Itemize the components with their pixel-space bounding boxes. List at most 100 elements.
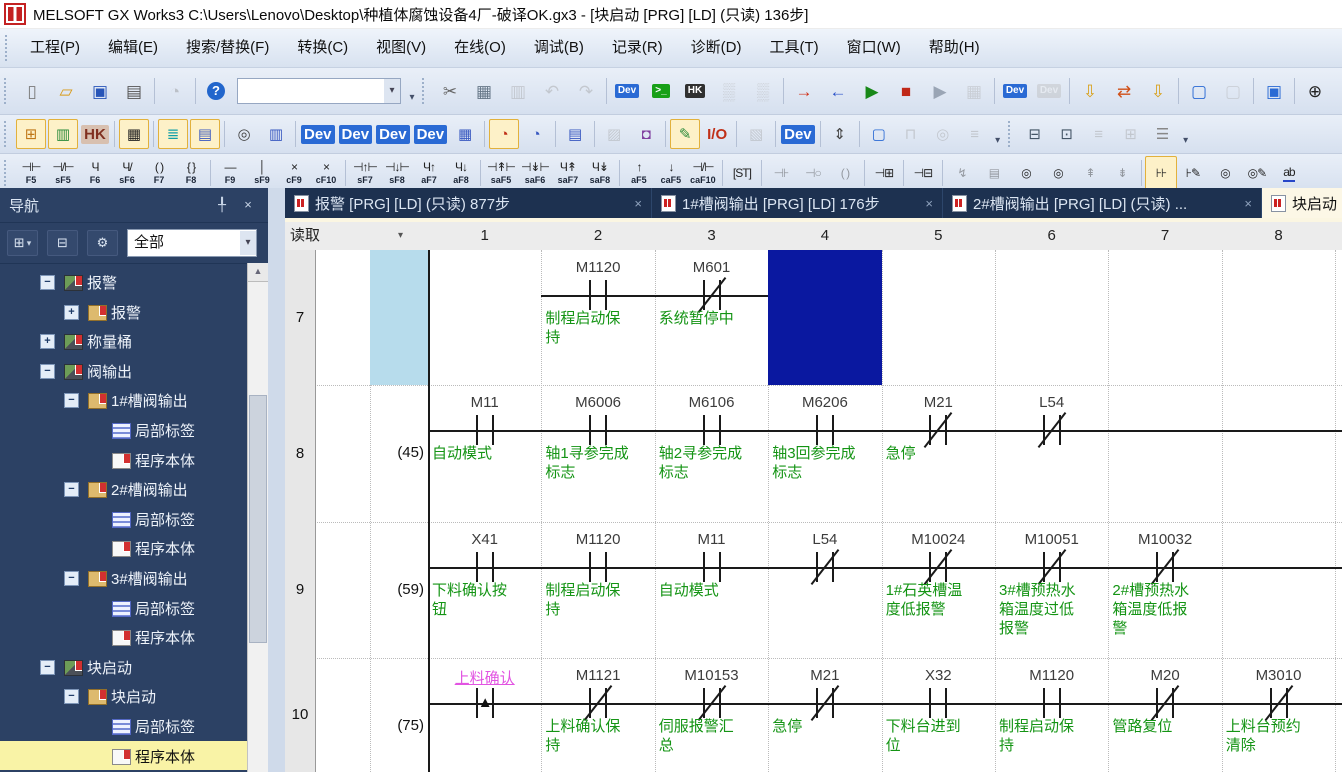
rung-number[interactable]: 10 xyxy=(285,658,316,772)
ladder-element[interactable] xyxy=(768,413,881,447)
copy-button[interactable]: ▦ xyxy=(468,75,500,107)
tree-item-8[interactable]: 局部标签 xyxy=(0,504,248,533)
help-button[interactable]: ? xyxy=(200,75,232,107)
tree-expander[interactable]: − xyxy=(64,393,79,408)
tree-item-14[interactable]: −块启动 xyxy=(0,681,248,710)
vertical-line-button[interactable]: │sF9 xyxy=(246,156,278,191)
cross-reference-button[interactable]: ◎ xyxy=(229,119,259,149)
invert-result-button[interactable]: ⊣/⊢caF10 xyxy=(687,156,719,191)
toolbar1-overflow-button[interactable]: ▾ xyxy=(405,77,419,106)
tree-item-13[interactable]: −块启动 xyxy=(0,652,248,681)
new-project-button[interactable]: ▯ xyxy=(16,75,48,107)
ladder-element[interactable] xyxy=(541,413,654,447)
hk-monitor-button[interactable]: HK xyxy=(679,75,711,107)
ladder-element[interactable] xyxy=(882,686,995,720)
delete-horizontal-line-button[interactable]: ×cF9 xyxy=(278,156,310,191)
device-network-button[interactable]: Dev xyxy=(413,119,449,149)
scrollbar-thumb[interactable] xyxy=(249,395,267,643)
menu-grip[interactable] xyxy=(5,35,11,61)
device-search-button[interactable]: ◎ xyxy=(1209,156,1241,191)
tree-item-selected[interactable]: 程序本体 xyxy=(0,741,248,770)
cut-button[interactable]: ✂ xyxy=(434,75,466,107)
ladder-element[interactable] xyxy=(428,550,541,584)
close-contact-button[interactable]: ⊣/⊢sF5 xyxy=(47,156,79,191)
settings-button[interactable]: ⚙ xyxy=(87,230,118,256)
global-label-button[interactable]: ≣ xyxy=(158,119,188,149)
collapse-all-button[interactable]: ⊟ xyxy=(47,230,78,256)
tab-close-icon[interactable]: × xyxy=(925,196,933,211)
text-search-button[interactable]: ab xyxy=(1273,156,1305,191)
open-contact-button[interactable]: ⊣⊢F5 xyxy=(15,156,47,191)
read-mode-dropdown-icon[interactable]: ▾ xyxy=(398,222,403,250)
tab-document-1[interactable]: 1#槽阀输出 [PRG] [LD] 176步× xyxy=(652,188,943,218)
tree-item-6[interactable]: 程序本体 xyxy=(0,445,248,474)
tab-document-3[interactable]: 块启动 [PR xyxy=(1262,188,1342,218)
menu-tools[interactable]: 工具(T) xyxy=(755,29,832,67)
wire-edit-button[interactable]: ⊦✎ xyxy=(1177,156,1209,191)
edit-mode-button[interactable]: ✎ xyxy=(670,119,700,149)
tree-item-11[interactable]: 局部标签 xyxy=(0,593,248,622)
menu-online[interactable]: 在线(O) xyxy=(440,29,520,67)
chevron-down-icon[interactable]: ▾ xyxy=(384,79,400,103)
window-display-button[interactable]: ▢ xyxy=(864,119,894,149)
device-find-button[interactable]: Dev xyxy=(611,75,643,107)
module-configuration-button[interactable]: ▥ xyxy=(48,119,78,149)
ladder-element[interactable] xyxy=(995,686,1108,720)
rising-result-button[interactable]: ↑aF5 xyxy=(623,156,655,191)
online-change-button[interactable]: ⇄ xyxy=(1108,75,1140,107)
ladder-element[interactable] xyxy=(655,413,768,447)
tree-filter-combobox[interactable]: 全部 ▾ xyxy=(127,229,257,257)
ladder-element[interactable] xyxy=(541,278,654,312)
tree-item-15[interactable]: 局部标签 xyxy=(0,711,248,740)
plc-read-button[interactable]: ← xyxy=(822,75,854,107)
rung-number[interactable]: 8 xyxy=(285,385,316,522)
plc-run-button[interactable]: ▶ xyxy=(924,75,956,107)
tab-document-2[interactable]: 2#槽阀输出 [PRG] [LD] (只读) ...× xyxy=(943,188,1262,218)
navigation-scrollbar[interactable]: ▲ xyxy=(247,263,268,772)
rising-close-branch-button[interactable]: Ч↟saF7 xyxy=(552,156,584,191)
rising-contact-button[interactable]: ⊣↑⊢sF7 xyxy=(349,156,381,191)
device-list-button[interactable]: Dev xyxy=(300,119,336,149)
menu-window[interactable]: 窗口(W) xyxy=(833,29,915,67)
quick-find-combobox-input[interactable] xyxy=(238,81,384,101)
falling-contact-button[interactable]: ⊣↓⊢sF8 xyxy=(381,156,413,191)
horizontal-line-button[interactable]: —F9 xyxy=(214,156,246,191)
tab-document-0[interactable]: 报警 [PRG] [LD] (只读) 877步× xyxy=(285,188,652,218)
rung-number[interactable]: 9 xyxy=(285,522,316,658)
falling-branch-button[interactable]: Ч↓aF8 xyxy=(445,156,477,191)
tree-expander[interactable]: − xyxy=(64,689,79,704)
menu-help[interactable]: 帮助(H) xyxy=(915,29,994,67)
ladder-element[interactable] xyxy=(428,413,541,447)
ladder-element[interactable] xyxy=(655,550,768,584)
tree-item-5[interactable]: 局部标签 xyxy=(0,415,248,444)
menu-diagnostics[interactable]: 诊断(D) xyxy=(677,29,756,67)
delete-vertical-line-button[interactable]: ×cF10 xyxy=(310,156,342,191)
device-search-edit-button[interactable]: ◎✎ xyxy=(1241,156,1273,191)
simulation-start-button[interactable]: ▢ xyxy=(1183,75,1215,107)
menu-project[interactable]: 工程(P) xyxy=(16,29,94,67)
save-project-button[interactable]: ▣ xyxy=(84,75,116,107)
template-button[interactable]: ☰ xyxy=(1148,119,1178,149)
menu-recording[interactable]: 记录(R) xyxy=(598,29,677,67)
tab-close-icon[interactable]: × xyxy=(634,196,642,211)
toolbar-grip[interactable] xyxy=(4,121,10,147)
menu-convert[interactable]: 转换(C) xyxy=(283,29,362,67)
tree-item-10[interactable]: −3#槽阀输出 xyxy=(0,563,248,592)
plc-write-button[interactable]: → xyxy=(788,75,820,107)
device-test-button[interactable]: ⇕ xyxy=(825,119,855,149)
toolbar-grip[interactable] xyxy=(4,160,10,186)
tree-item-12[interactable]: 程序本体 xyxy=(0,622,248,651)
edit-cursor[interactable] xyxy=(768,250,881,385)
library-button[interactable]: ◘ xyxy=(631,119,661,149)
quick-find-combobox[interactable]: ▾ xyxy=(237,78,401,104)
tree-expander[interactable]: − xyxy=(40,364,55,379)
track-box-button[interactable]: ⊣⊞ xyxy=(868,156,900,191)
device-monitor-on-button[interactable]: Dev xyxy=(999,75,1031,107)
note-button[interactable]: ⊡ xyxy=(1052,119,1082,149)
toolbar-grip[interactable] xyxy=(422,78,428,104)
tree-display-options-button[interactable]: ⊞ ▾ xyxy=(7,230,38,256)
close-icon[interactable]: × xyxy=(238,195,258,215)
ladder-element[interactable] xyxy=(541,550,654,584)
plc-verify-button[interactable]: ▶ xyxy=(856,75,888,107)
toolbar2-overflow-button[interactable]: ▾ xyxy=(991,120,1005,149)
